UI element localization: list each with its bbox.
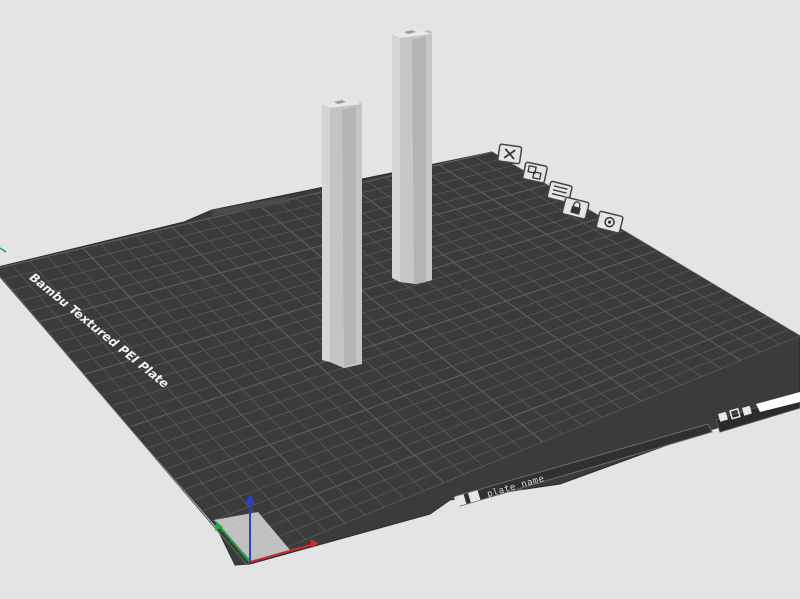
left-edge-marker [0, 247, 7, 253]
delete-plate-icon[interactable] [497, 143, 523, 165]
3d-viewport[interactable]: Bambu Textured PEI Plate plate_name [0, 0, 800, 599]
model-object-1[interactable] [322, 98, 362, 368]
arrange-plate-icon[interactable] [522, 161, 548, 184]
model-object-2[interactable] [392, 28, 432, 284]
